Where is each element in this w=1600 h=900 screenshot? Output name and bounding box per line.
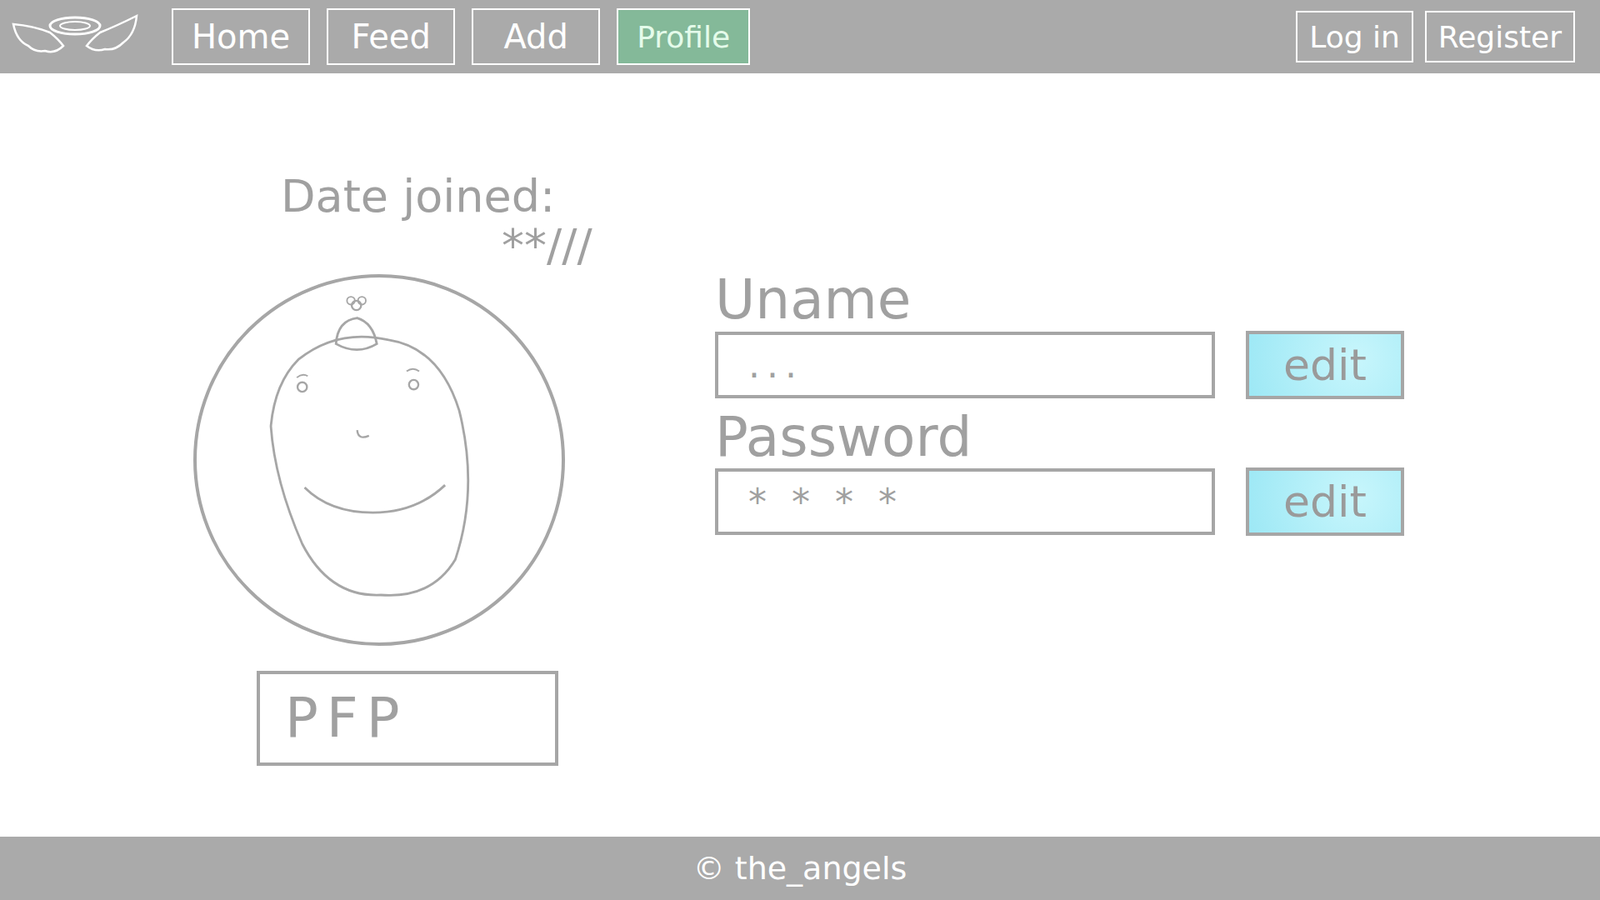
- field-input[interactable]: * * * *: [715, 468, 1215, 535]
- edit-button[interactable]: edit: [1245, 467, 1405, 536]
- date-joined: Date joined: **///: [193, 171, 593, 271]
- field-row: * * * * edit: [715, 467, 1405, 536]
- date-joined-value: **///: [501, 220, 593, 270]
- field-row: ... edit: [715, 330, 1405, 400]
- auth-button[interactable]: Register: [1425, 10, 1575, 63]
- profile-page: Home Feed Add Profile Log inRegister Date j…: [0, 0, 1600, 900]
- account-field: Uname ... edit: [715, 270, 1405, 400]
- nav-button[interactable]: Add: [471, 8, 600, 65]
- footer: © the_angels: [0, 836, 1600, 900]
- field-label: Uname: [715, 270, 1405, 331]
- date-joined-label: Date joined:: [280, 171, 593, 221]
- account-form: Uname ... editPassword * * * * edit: [715, 171, 1405, 837]
- nav-button[interactable]: Feed: [326, 8, 455, 65]
- pfp-button[interactable]: PFP: [256, 670, 559, 766]
- auth-buttons: Log inRegister: [1295, 10, 1575, 63]
- auth-button[interactable]: Log in: [1295, 10, 1414, 63]
- field-input[interactable]: ...: [715, 331, 1215, 399]
- edit-button[interactable]: edit: [1245, 330, 1405, 400]
- smiling-face-icon: [204, 285, 555, 635]
- main-nav: Home Feed Add Profile: [171, 8, 750, 65]
- field-label: Password: [715, 407, 1405, 469]
- copyright: © the_angels: [693, 850, 908, 887]
- top-bar: Home Feed Add Profile Log inRegister: [0, 0, 1600, 74]
- angel-logo-icon[interactable]: [8, 7, 142, 66]
- profile-summary: Date joined: **/// PFP: [193, 171, 569, 837]
- profile-content: Date joined: **/// PFP Uname ... editPas…: [0, 73, 1600, 837]
- nav-button[interactable]: Home: [171, 8, 310, 65]
- avatar: [193, 274, 565, 646]
- nav-button[interactable]: Profile: [616, 8, 750, 65]
- account-field: Password * * * * edit: [715, 407, 1405, 537]
